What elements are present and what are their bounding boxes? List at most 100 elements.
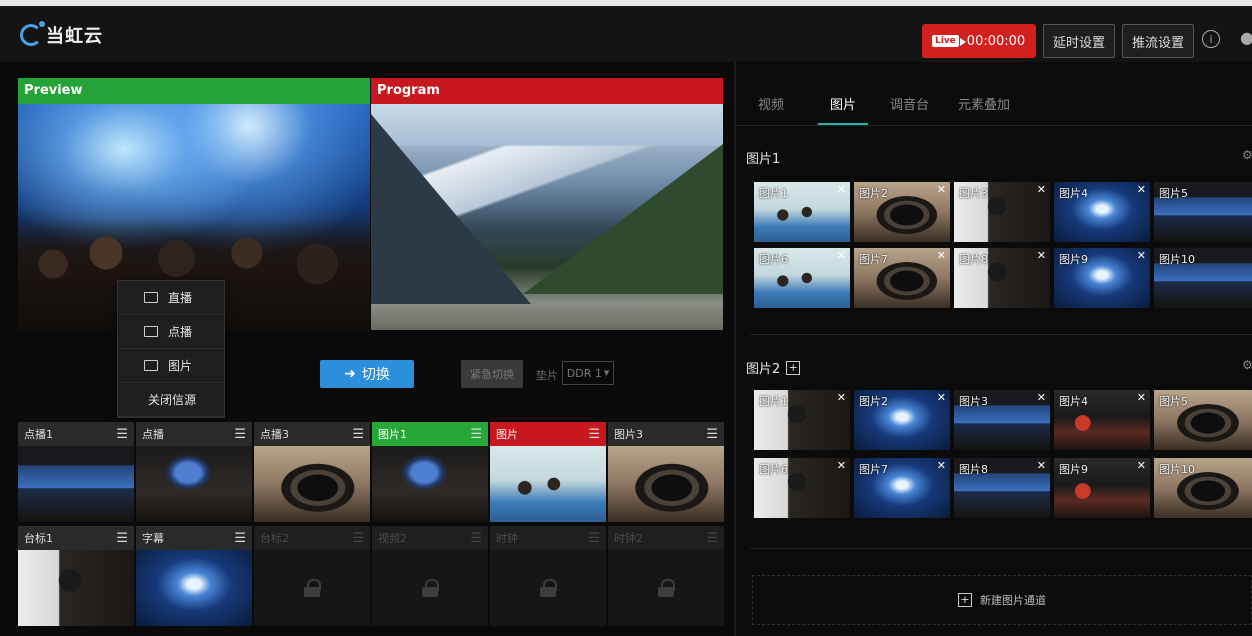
- image-thumbnail[interactable]: 图片7 ✕: [854, 248, 950, 308]
- hamburger-menu-icon: ☰: [706, 530, 718, 546]
- image-label: 图片9: [1059, 253, 1088, 266]
- image-thumbnail[interactable]: 图片3 ✕: [954, 390, 1050, 450]
- image-thumbnail[interactable]: 图片10: [1154, 248, 1252, 308]
- image-thumbnail[interactable]: 图片10: [1154, 458, 1252, 518]
- hamburger-menu-icon[interactable]: ☰: [116, 531, 128, 546]
- menu-item-label: 点播: [168, 325, 193, 339]
- arrow-right-icon: ➜: [344, 366, 356, 382]
- menu-item-image[interactable]: 图片: [118, 349, 224, 383]
- close-icon[interactable]: ✕: [1037, 183, 1046, 196]
- image-label: 图片4: [1059, 395, 1088, 408]
- settings-icon[interactable]: ⚙: [1242, 358, 1252, 370]
- help-icon[interactable]: i: [1202, 30, 1220, 48]
- image-label: 图片2: [859, 395, 888, 408]
- hamburger-menu-icon[interactable]: ☰: [470, 427, 482, 442]
- image-thumbnail[interactable]: 图片4 ✕: [1054, 390, 1150, 450]
- hamburger-menu-icon: ☰: [470, 530, 482, 546]
- source-tile-label: 台标2: [260, 532, 289, 545]
- close-icon[interactable]: ✕: [937, 459, 946, 472]
- top-bar: 当虹云 Live 00:00:00 延时设置 推流设置 i ●: [0, 0, 1252, 62]
- close-icon[interactable]: ✕: [837, 183, 846, 196]
- tab-overlay[interactable]: 元素叠加: [958, 94, 1010, 113]
- close-icon[interactable]: ✕: [1137, 391, 1146, 404]
- emergency-switch-button[interactable]: 紧急切换: [461, 360, 523, 388]
- image-thumbnail[interactable]: 图片5: [1154, 182, 1252, 242]
- group-divider: [750, 334, 1252, 335]
- hamburger-menu-icon[interactable]: ☰: [588, 427, 600, 442]
- close-icon[interactable]: ✕: [937, 183, 946, 196]
- image-thumbnail[interactable]: 图片6 ✕: [754, 458, 850, 518]
- image-thumbnail[interactable]: 图片2 ✕: [854, 182, 950, 242]
- close-icon[interactable]: ✕: [1137, 459, 1146, 472]
- hamburger-menu-icon[interactable]: ☰: [234, 427, 246, 442]
- add-icon[interactable]: +: [786, 360, 801, 375]
- image-label: 图片7: [859, 463, 888, 476]
- close-icon[interactable]: ✕: [837, 459, 846, 472]
- menu-item-live[interactable]: 直播: [118, 281, 224, 315]
- image-thumbnail[interactable]: 图片5: [1154, 390, 1252, 450]
- close-icon[interactable]: ✕: [1037, 459, 1046, 472]
- hamburger-menu-icon[interactable]: ☰: [116, 427, 128, 442]
- close-icon[interactable]: ✕: [1137, 249, 1146, 262]
- switch-button-label: 切换: [361, 367, 390, 383]
- program-monitor: Program: [371, 78, 723, 330]
- source-tile[interactable]: 点播3 ☰: [254, 422, 370, 522]
- source-tile-preview[interactable]: 图片1 ☰: [372, 422, 488, 522]
- image-thumbnail[interactable]: 图片4 ✕: [1054, 182, 1150, 242]
- source-tile[interactable]: 台标1 ☰: [18, 526, 134, 626]
- source-tile-label: 点播3: [260, 428, 289, 441]
- menu-item-vod[interactable]: 点播: [118, 315, 224, 349]
- image-thumbnail[interactable]: 图片1 ✕: [754, 390, 850, 450]
- push-settings-button[interactable]: 推流设置: [1122, 24, 1194, 58]
- close-icon[interactable]: ✕: [1137, 183, 1146, 196]
- close-icon[interactable]: ✕: [1037, 391, 1046, 404]
- new-image-channel-button[interactable]: + 新建图片通道: [752, 575, 1252, 625]
- image-label: 图片2: [859, 187, 888, 200]
- close-icon[interactable]: ✕: [937, 391, 946, 404]
- source-tile[interactable]: 图片3 ☰: [608, 422, 724, 522]
- close-icon[interactable]: ✕: [1037, 249, 1046, 262]
- source-thumbnail: [608, 446, 724, 522]
- image-thumbnail[interactable]: 图片9 ✕: [1054, 458, 1150, 518]
- lock-icon: [304, 579, 321, 597]
- program-video[interactable]: [371, 104, 723, 330]
- source-tile-program[interactable]: 图片 ☰: [490, 422, 606, 522]
- source-tile[interactable]: 字幕 ☰: [136, 526, 252, 626]
- close-icon[interactable]: ✕: [837, 391, 846, 404]
- image-thumbnail[interactable]: 图片7 ✕: [854, 458, 950, 518]
- source-tile-locked: 时钟 ☰: [490, 526, 606, 626]
- source-tile[interactable]: 点播1 ☰: [18, 422, 134, 522]
- tab-mixer[interactable]: 调音台: [890, 94, 929, 113]
- group-title-label: 图片1: [746, 152, 781, 167]
- image-thumbnail[interactable]: 图片1 ✕: [754, 182, 850, 242]
- image-group-title: 图片1: [746, 148, 780, 167]
- logo-icon: [20, 21, 45, 46]
- play-icon: [144, 326, 158, 337]
- source-tile-label: 视频2: [378, 532, 407, 545]
- image-thumbnail[interactable]: 图片9 ✕: [1054, 248, 1150, 308]
- image-thumbnail[interactable]: 图片2 ✕: [854, 390, 950, 450]
- settings-icon[interactable]: ⚙: [1242, 148, 1252, 160]
- hamburger-menu-icon[interactable]: ☰: [352, 427, 364, 442]
- source-tile[interactable]: 点播 ☰: [136, 422, 252, 522]
- delay-settings-button[interactable]: 延时设置: [1043, 24, 1115, 58]
- tab-video[interactable]: 视频: [758, 94, 784, 113]
- image-thumbnail[interactable]: 图片8 ✕: [954, 248, 1050, 308]
- close-icon[interactable]: ✕: [937, 249, 946, 262]
- user-icon[interactable]: ●: [1240, 28, 1252, 50]
- image-label: 图片5: [1159, 187, 1188, 200]
- source-thumbnail: [490, 446, 606, 522]
- live-video-icon: [144, 292, 158, 303]
- image-thumbnail[interactable]: 图片3 ✕: [954, 182, 1050, 242]
- image-thumbnail[interactable]: 图片6 ✕: [754, 248, 850, 308]
- hamburger-menu-icon[interactable]: ☰: [706, 427, 718, 442]
- live-status-indicator[interactable]: Live 00:00:00: [922, 24, 1036, 58]
- switch-button[interactable]: ➜ 切换: [320, 360, 414, 388]
- ddr-select[interactable]: DDR 1 ▼: [562, 361, 614, 385]
- tab-image[interactable]: 图片: [830, 94, 856, 113]
- close-icon[interactable]: ✕: [837, 249, 846, 262]
- source-tile-locked: 时钟2 ☰: [608, 526, 724, 626]
- image-thumbnail[interactable]: 图片8 ✕: [954, 458, 1050, 518]
- hamburger-menu-icon[interactable]: ☰: [234, 531, 246, 546]
- menu-item-close-source[interactable]: 关闭信源: [118, 383, 224, 417]
